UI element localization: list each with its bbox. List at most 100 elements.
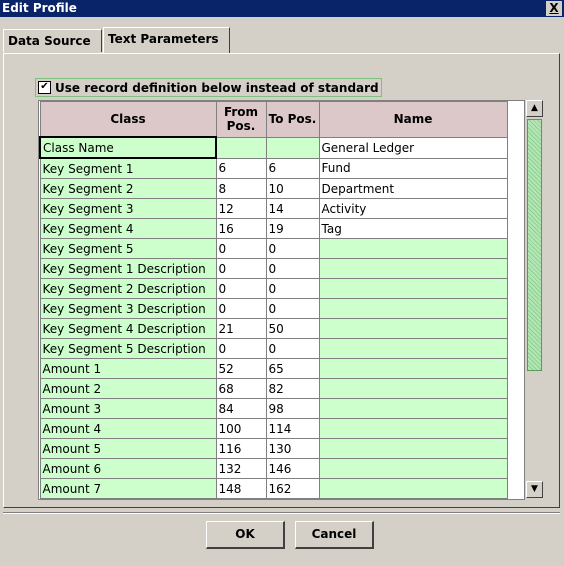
class-cell[interactable]: Class Name — [39, 136, 217, 159]
class-cell[interactable]: Key Segment 2 — [39, 178, 217, 199]
name-cell[interactable] — [318, 478, 508, 499]
from-pos-cell[interactable]: 100 — [215, 418, 267, 439]
class-cell[interactable]: Amount 4 — [39, 418, 217, 439]
to-pos-cell[interactable]: 14 — [265, 198, 320, 219]
from-pos-cell[interactable] — [215, 136, 267, 159]
name-cell[interactable]: Tag — [318, 218, 508, 239]
class-cell[interactable]: Key Segment 4 Description — [39, 318, 217, 339]
name-cell[interactable] — [318, 298, 508, 319]
name-cell[interactable]: Activity — [318, 198, 508, 219]
from-pos-cell[interactable]: 6 — [215, 157, 267, 179]
name-cell[interactable] — [318, 378, 508, 399]
table-row[interactable]: Amount 3 84 98 — [39, 398, 508, 419]
from-pos-cell[interactable]: 68 — [215, 378, 267, 399]
to-pos-cell[interactable]: 130 — [265, 438, 320, 459]
table-row[interactable]: Key Segment 4 Description 21 50 — [39, 318, 508, 339]
class-cell[interactable]: Amount 2 — [39, 378, 217, 399]
class-cell[interactable]: Key Segment 3 Description — [39, 298, 217, 319]
ok-button[interactable]: OK — [206, 521, 285, 549]
to-pos-cell[interactable]: 162 — [265, 478, 320, 499]
column-header-to-pos[interactable]: To Pos. — [265, 101, 320, 138]
table-row[interactable]: Key Segment 4 16 19 Tag — [39, 218, 508, 239]
class-cell[interactable]: Amount 8 — [39, 498, 217, 499]
to-pos-cell[interactable]: 0 — [265, 298, 320, 319]
class-cell[interactable]: Key Segment 4 — [39, 218, 217, 239]
to-pos-cell[interactable]: 0 — [265, 238, 320, 259]
column-header-from-pos[interactable]: From Pos. — [215, 101, 267, 138]
name-cell[interactable] — [318, 498, 508, 499]
vertical-scrollbar[interactable]: ▲ ▼ — [526, 100, 543, 498]
table-row[interactable]: Amount 5 116 130 — [39, 438, 508, 459]
name-cell[interactable] — [318, 398, 508, 419]
table-row[interactable]: Key Segment 3 12 14 Activity — [39, 198, 508, 219]
to-pos-cell[interactable]: 50 — [265, 318, 320, 339]
use-record-definition-checkbox[interactable]: ✔ — [38, 81, 51, 94]
name-cell[interactable] — [318, 258, 508, 279]
from-pos-cell[interactable]: 21 — [215, 318, 267, 339]
table-row[interactable]: Key Segment 500 — [39, 238, 508, 259]
to-pos-cell[interactable]: 114 — [265, 418, 320, 439]
from-pos-cell[interactable]: 164 — [215, 498, 267, 499]
table-row[interactable]: Key Segment 5 Description 0 0 — [39, 338, 508, 359]
scroll-up-icon[interactable]: ▲ — [526, 100, 543, 117]
to-pos-cell[interactable]: 0 — [265, 338, 320, 359]
to-pos-cell[interactable]: 65 — [265, 358, 320, 379]
name-cell[interactable] — [318, 458, 508, 479]
class-cell[interactable]: Amount 6 — [39, 458, 217, 479]
class-cell[interactable]: Key Segment 5 Description — [39, 338, 217, 359]
from-pos-cell[interactable]: 52 — [215, 358, 267, 379]
class-cell[interactable]: Key Segment 1 Description — [39, 258, 217, 279]
from-pos-cell[interactable]: 0 — [215, 278, 267, 299]
use-record-definition-option[interactable]: ✔ Use record definition below instead of… — [35, 78, 382, 97]
from-pos-cell[interactable]: 0 — [215, 258, 267, 279]
to-pos-cell[interactable]: 82 — [265, 378, 320, 399]
from-pos-cell[interactable]: 0 — [215, 298, 267, 319]
name-cell[interactable]: General Ledger — [318, 136, 508, 159]
from-pos-cell[interactable]: 0 — [215, 338, 267, 359]
name-cell[interactable]: Fund — [318, 157, 508, 179]
name-cell[interactable] — [318, 438, 508, 459]
from-pos-cell[interactable]: 0 — [215, 238, 267, 259]
from-pos-cell[interactable]: 12 — [215, 198, 267, 219]
column-header-name[interactable]: Name — [318, 101, 508, 138]
name-cell[interactable] — [318, 418, 508, 439]
table-row[interactable]: Key Segment 2 Description 0 0 — [39, 278, 508, 299]
to-pos-cell[interactable]: 19 — [265, 218, 320, 239]
table-row[interactable]: Amount 7 148 162 — [39, 478, 508, 499]
name-cell[interactable] — [318, 278, 508, 299]
scrollbar-thumb[interactable] — [527, 119, 542, 371]
to-pos-cell[interactable]: 0 — [265, 258, 320, 279]
table-row[interactable]: Key Segment 3 Description 0 0 — [39, 298, 508, 319]
class-cell[interactable]: Key Segment 1 — [39, 157, 217, 179]
cancel-button[interactable]: Cancel — [295, 521, 374, 549]
to-pos-cell[interactable]: 98 — [265, 398, 320, 419]
name-cell[interactable] — [318, 238, 508, 259]
table-row[interactable]: Amount 4 100 114 — [39, 418, 508, 439]
to-pos-cell[interactable]: 6 — [265, 157, 320, 179]
name-cell[interactable] — [318, 358, 508, 379]
class-cell[interactable]: Key Segment 3 — [39, 198, 217, 219]
from-pos-cell[interactable]: 84 — [215, 398, 267, 419]
table-row[interactable]: Class Name General Ledger — [39, 136, 508, 159]
class-cell[interactable]: Amount 3 — [39, 398, 217, 419]
from-pos-cell[interactable]: 116 — [215, 438, 267, 459]
table-row[interactable]: Key Segment 1 Description 0 0 — [39, 258, 508, 279]
to-pos-cell[interactable]: 178 — [265, 498, 320, 499]
from-pos-cell[interactable]: 132 — [215, 458, 267, 479]
class-cell[interactable]: Amount 5 — [39, 438, 217, 459]
tab-text-parameters[interactable]: Text Parameters — [103, 27, 230, 53]
table-row[interactable]: Amount 1 52 65 — [39, 358, 508, 379]
table-row[interactable]: Key Segment 1 6 6 Fund — [39, 157, 508, 179]
class-cell[interactable]: Amount 1 — [39, 358, 217, 379]
table-row[interactable]: Amount 8164178 — [39, 498, 508, 499]
from-pos-cell[interactable]: 148 — [215, 478, 267, 499]
close-button[interactable]: X — [546, 1, 562, 16]
name-cell[interactable]: Department — [318, 178, 508, 199]
from-pos-cell[interactable]: 8 — [215, 178, 267, 199]
name-cell[interactable] — [318, 338, 508, 359]
scroll-down-icon[interactable]: ▼ — [526, 481, 543, 498]
to-pos-cell[interactable]: 146 — [265, 458, 320, 479]
column-header-class[interactable]: Class — [39, 101, 217, 138]
class-cell[interactable]: Key Segment 5 — [39, 238, 217, 259]
table-row[interactable]: Amount 6 132 146 — [39, 458, 508, 479]
